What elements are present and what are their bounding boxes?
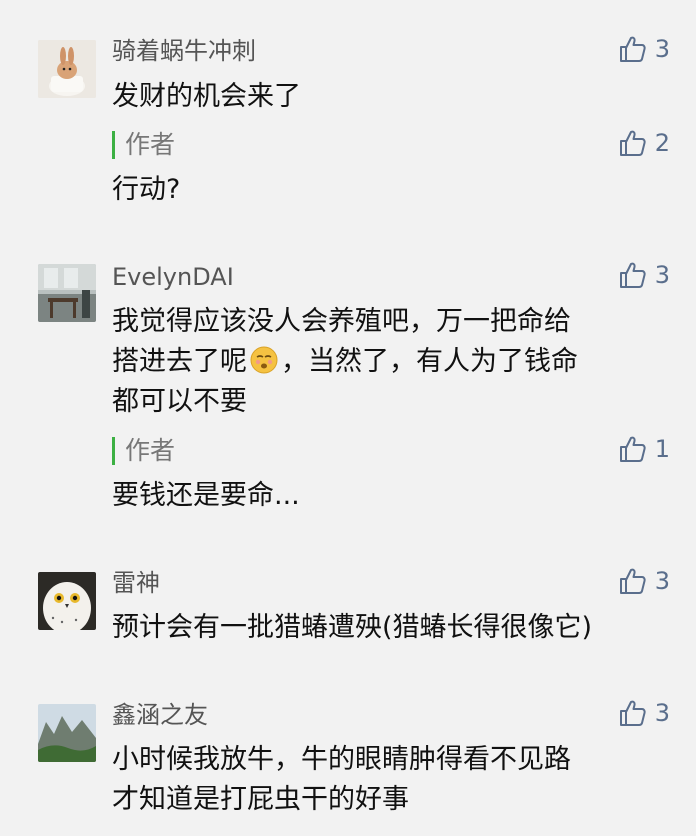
avatar[interactable] xyxy=(38,704,96,762)
author-label: 作者 xyxy=(125,436,176,465)
thumbs-up-icon xyxy=(619,568,646,594)
comment-text: 小时候我放牛，牛的眼睛肿得看不见路 才知道是打屁虫干的好事 xyxy=(112,740,668,820)
avatar[interactable] xyxy=(38,264,96,322)
like-button[interactable]: 3 xyxy=(617,260,670,290)
avatar[interactable] xyxy=(38,40,96,98)
reply-text: 要钱还是要命... xyxy=(112,480,300,511)
like-button[interactable]: 3 xyxy=(617,566,670,596)
comment-text-line: 才知道是打屁虫干的好事 xyxy=(112,784,409,815)
comment-text: 我觉得应该没人会养殖吧，万一把命给 搭进去了呢 ，当然了，有人为了钱命 都可以不要 xyxy=(112,302,668,422)
comment-text-line: 小时候我放牛，牛的眼睛肿得看不见路 xyxy=(112,744,571,775)
author-reply-label: 作者 xyxy=(112,436,175,466)
owl-avatar-image xyxy=(38,572,96,630)
comment-username[interactable]: 骑着蜗牛冲刺 xyxy=(112,36,256,66)
comment-username[interactable]: 雷神 xyxy=(112,568,160,598)
comment-text: 发财的机会来了 xyxy=(112,81,301,112)
author-label: 作者 xyxy=(125,130,176,159)
rabbit-avatar-image xyxy=(38,40,96,98)
like-count: 3 xyxy=(654,35,670,63)
comment-text: 预计会有一批猎蝽遭殃(猎蝽长得很像它) xyxy=(112,612,593,643)
comment-text-line: 我觉得应该没人会养殖吧，万一把命给 xyxy=(112,306,571,337)
like-count: 3 xyxy=(654,261,670,289)
like-button[interactable]: 3 xyxy=(617,698,670,728)
reply-like-button[interactable]: 2 xyxy=(617,128,670,158)
like-count: 3 xyxy=(654,699,670,727)
comment-username[interactable]: EvelynDAI xyxy=(112,262,234,292)
author-indicator-bar xyxy=(112,131,115,159)
thumbs-up-icon xyxy=(619,436,646,462)
reply-like-button[interactable]: 1 xyxy=(617,434,670,464)
avatar[interactable] xyxy=(38,572,96,630)
author-reply-label: 作者 xyxy=(112,130,175,160)
landscape-avatar-image xyxy=(38,704,96,762)
thumbs-up-icon xyxy=(619,262,646,288)
comment-text-line: 都可以不要 xyxy=(112,386,247,417)
room-avatar-image xyxy=(38,264,96,322)
thumbs-up-icon xyxy=(619,36,646,62)
emoji-face-icon xyxy=(249,345,279,375)
like-count: 2 xyxy=(654,129,670,157)
comment-text-line: 搭进去了呢 ，当然了，有人为了钱命 xyxy=(112,342,668,382)
comment-username[interactable]: 鑫涵之友 xyxy=(112,700,208,730)
comment-text-segment: ，当然了，有人为了钱命 xyxy=(281,346,578,377)
thumbs-up-icon xyxy=(619,130,646,156)
comment-text-segment: 搭进去了呢 xyxy=(112,346,247,377)
thumbs-up-icon xyxy=(619,700,646,726)
like-count: 1 xyxy=(654,435,670,463)
author-indicator-bar xyxy=(112,437,115,465)
reply-text: 行动? xyxy=(112,174,181,205)
like-count: 3 xyxy=(654,567,670,595)
like-button[interactable]: 3 xyxy=(617,34,670,64)
